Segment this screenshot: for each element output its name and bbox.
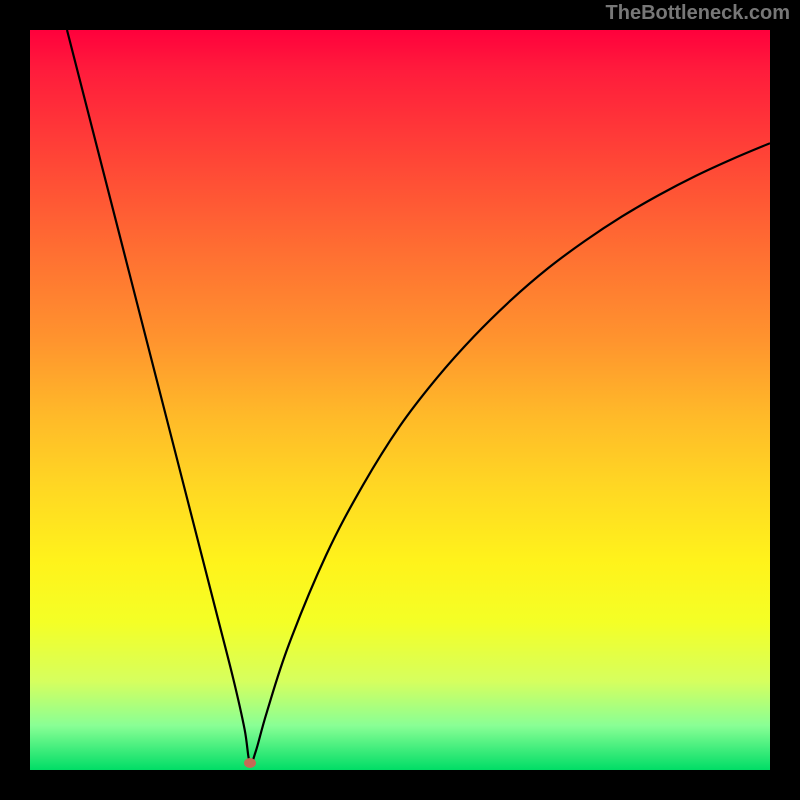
- bottleneck-curve: [67, 30, 770, 764]
- plot-area: [30, 30, 770, 770]
- watermark-text: TheBottleneck.com: [606, 2, 790, 25]
- chart-container: TheBottleneck.com: [0, 0, 800, 800]
- curve-svg: [30, 30, 770, 770]
- minimum-marker: [244, 758, 256, 768]
